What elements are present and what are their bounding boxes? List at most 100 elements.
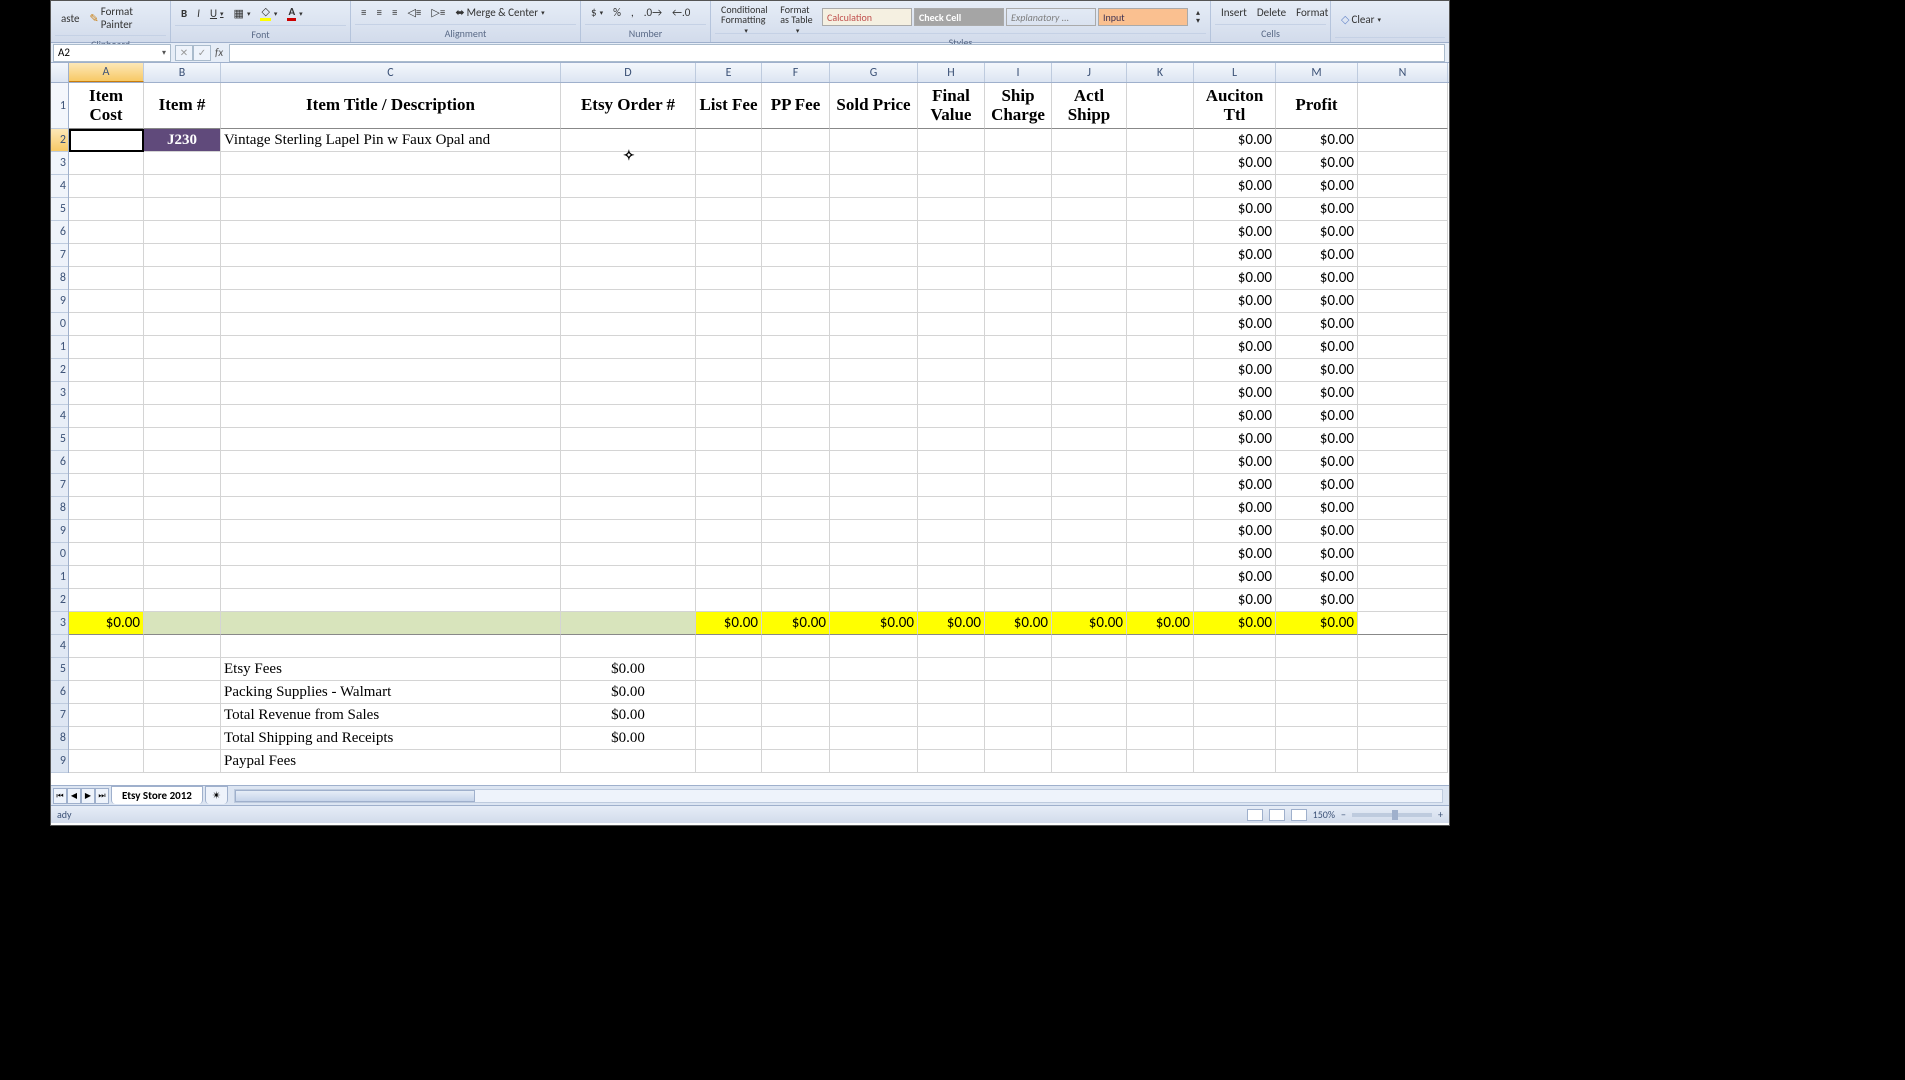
cell-K18[interactable] bbox=[1127, 497, 1194, 520]
cell-J25[interactable] bbox=[1052, 658, 1127, 681]
cell-G5[interactable] bbox=[830, 198, 918, 221]
cell-G9[interactable] bbox=[830, 290, 918, 313]
cell-F7[interactable] bbox=[762, 244, 830, 267]
cell-J12[interactable] bbox=[1052, 359, 1127, 382]
cell-K6[interactable] bbox=[1127, 221, 1194, 244]
cell-H14[interactable] bbox=[918, 405, 985, 428]
cell-H25[interactable] bbox=[918, 658, 985, 681]
cell-K2[interactable] bbox=[1127, 129, 1194, 152]
cell-D11[interactable] bbox=[561, 336, 696, 359]
cell-D9[interactable] bbox=[561, 290, 696, 313]
cell-H10[interactable] bbox=[918, 313, 985, 336]
cell-K7[interactable] bbox=[1127, 244, 1194, 267]
cell-F15[interactable] bbox=[762, 428, 830, 451]
cell-H20[interactable] bbox=[918, 543, 985, 566]
cell-A24[interactable] bbox=[69, 635, 144, 658]
style-check-cell[interactable]: Check Cell bbox=[914, 8, 1004, 26]
cell-H26[interactable] bbox=[918, 681, 985, 704]
cell-A2[interactable] bbox=[69, 129, 144, 152]
cell-M20[interactable]: $0.00 bbox=[1276, 543, 1358, 566]
cell-F1[interactable]: PP Fee bbox=[762, 83, 830, 129]
cell-L27[interactable] bbox=[1194, 704, 1276, 727]
cell-B4[interactable] bbox=[144, 175, 221, 198]
cell-H27[interactable] bbox=[918, 704, 985, 727]
cell-F21[interactable] bbox=[762, 566, 830, 589]
cell-K29[interactable] bbox=[1127, 750, 1194, 773]
cell-J20[interactable] bbox=[1052, 543, 1127, 566]
row-header[interactable]: 7 bbox=[51, 244, 68, 267]
cell-J10[interactable] bbox=[1052, 313, 1127, 336]
cell-D12[interactable] bbox=[561, 359, 696, 382]
cell-K16[interactable] bbox=[1127, 451, 1194, 474]
cell-B13[interactable] bbox=[144, 382, 221, 405]
cell-L12[interactable]: $0.00 bbox=[1194, 359, 1276, 382]
align-left-button[interactable]: ≡ bbox=[357, 4, 370, 21]
cell-G24[interactable] bbox=[830, 635, 918, 658]
cell-H6[interactable] bbox=[918, 221, 985, 244]
cell-I1[interactable]: Ship Charge bbox=[985, 83, 1052, 129]
cell-C12[interactable] bbox=[221, 359, 561, 382]
fill-color-button[interactable]: ◇▾ bbox=[256, 3, 281, 23]
cell-J27[interactable] bbox=[1052, 704, 1127, 727]
cell-I6[interactable] bbox=[985, 221, 1052, 244]
cell-D26[interactable]: $0.00 bbox=[561, 681, 696, 704]
cell-D25[interactable]: $0.00 bbox=[561, 658, 696, 681]
column-header-A[interactable]: A bbox=[69, 63, 144, 82]
cell-H13[interactable] bbox=[918, 382, 985, 405]
cell-D27[interactable]: $0.00 bbox=[561, 704, 696, 727]
cell-L8[interactable]: $0.00 bbox=[1194, 267, 1276, 290]
cell-C22[interactable] bbox=[221, 589, 561, 612]
cell-M6[interactable]: $0.00 bbox=[1276, 221, 1358, 244]
cell-N29[interactable] bbox=[1358, 750, 1448, 773]
cell-F25[interactable] bbox=[762, 658, 830, 681]
cell-H28[interactable] bbox=[918, 727, 985, 750]
cell-C6[interactable] bbox=[221, 221, 561, 244]
cell-J5[interactable] bbox=[1052, 198, 1127, 221]
cell-K4[interactable] bbox=[1127, 175, 1194, 198]
cell-M28[interactable] bbox=[1276, 727, 1358, 750]
cell-B18[interactable] bbox=[144, 497, 221, 520]
cell-G27[interactable] bbox=[830, 704, 918, 727]
row-header[interactable]: 5 bbox=[51, 658, 68, 681]
row-header[interactable]: 4 bbox=[51, 405, 68, 428]
cell-J7[interactable] bbox=[1052, 244, 1127, 267]
horizontal-scrollbar[interactable] bbox=[234, 789, 1443, 803]
column-header-K[interactable]: K bbox=[1127, 63, 1194, 82]
cell-D4[interactable] bbox=[561, 175, 696, 198]
cell-G18[interactable] bbox=[830, 497, 918, 520]
cell-K17[interactable] bbox=[1127, 474, 1194, 497]
cell-C2[interactable]: Vintage Sterling Lapel Pin w Faux Opal a… bbox=[221, 129, 561, 152]
cell-H24[interactable] bbox=[918, 635, 985, 658]
cell-B7[interactable] bbox=[144, 244, 221, 267]
cell-L18[interactable]: $0.00 bbox=[1194, 497, 1276, 520]
cell-F8[interactable] bbox=[762, 267, 830, 290]
cell-A21[interactable] bbox=[69, 566, 144, 589]
cell-M15[interactable]: $0.00 bbox=[1276, 428, 1358, 451]
cell-J23[interactable]: $0.00 bbox=[1052, 612, 1127, 635]
cell-A13[interactable] bbox=[69, 382, 144, 405]
cell-A12[interactable] bbox=[69, 359, 144, 382]
cell-M8[interactable]: $0.00 bbox=[1276, 267, 1358, 290]
cell-B1[interactable]: Item # bbox=[144, 83, 221, 129]
cell-J15[interactable] bbox=[1052, 428, 1127, 451]
cell-H19[interactable] bbox=[918, 520, 985, 543]
row-header[interactable]: 3 bbox=[51, 612, 68, 635]
cell-I12[interactable] bbox=[985, 359, 1052, 382]
tab-nav-last[interactable]: ⏭ bbox=[95, 788, 109, 804]
cell-N6[interactable] bbox=[1358, 221, 1448, 244]
cell-N2[interactable] bbox=[1358, 129, 1448, 152]
cell-H17[interactable] bbox=[918, 474, 985, 497]
cell-E1[interactable]: List Fee bbox=[696, 83, 762, 129]
cell-H9[interactable] bbox=[918, 290, 985, 313]
cell-H21[interactable] bbox=[918, 566, 985, 589]
underline-button[interactable]: U▾ bbox=[206, 5, 228, 22]
cell-G29[interactable] bbox=[830, 750, 918, 773]
cell-L17[interactable]: $0.00 bbox=[1194, 474, 1276, 497]
cell-G21[interactable] bbox=[830, 566, 918, 589]
cancel-formula-button[interactable]: ✕ bbox=[175, 45, 193, 61]
cell-G8[interactable] bbox=[830, 267, 918, 290]
cell-D20[interactable] bbox=[561, 543, 696, 566]
cell-D22[interactable] bbox=[561, 589, 696, 612]
cell-L21[interactable]: $0.00 bbox=[1194, 566, 1276, 589]
cell-L7[interactable]: $0.00 bbox=[1194, 244, 1276, 267]
